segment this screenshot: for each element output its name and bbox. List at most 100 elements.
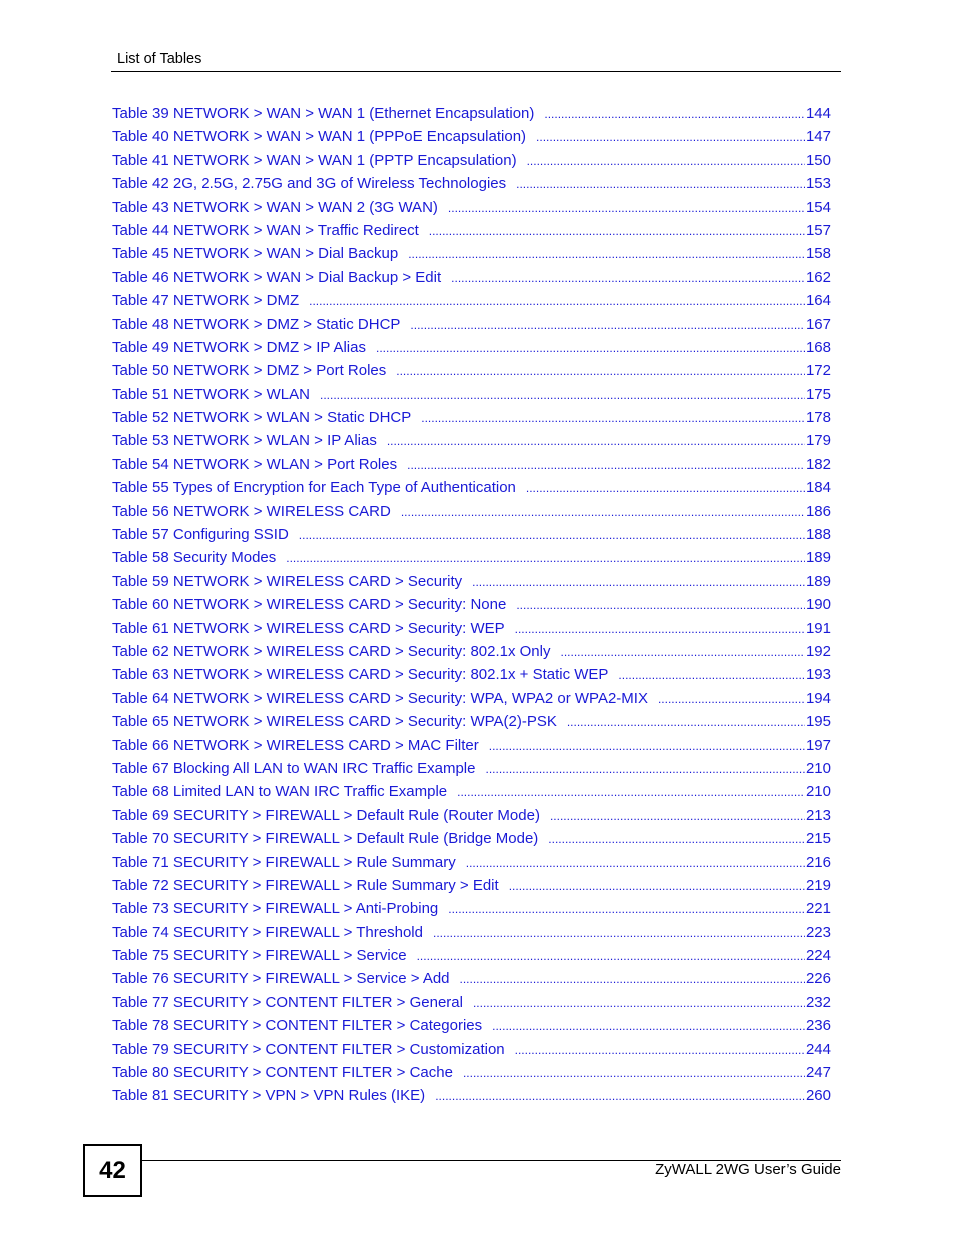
toc-entry-page[interactable]: 178 — [805, 409, 831, 426]
toc-entry-page[interactable]: 197 — [805, 737, 831, 754]
toc-entry-label[interactable]: Table 81 SECURITY > VPN > VPN Rules (IKE… — [112, 1087, 435, 1104]
toc-entry[interactable]: Table 68 Limited LAN to WAN IRC Traffic … — [112, 783, 831, 806]
toc-entry-label[interactable]: Table 41 NETWORK > WAN > WAN 1 (PPTP Enc… — [112, 152, 527, 169]
toc-entry[interactable]: Table 43 NETWORK > WAN > WAN 2 (3G WAN) 1… — [112, 199, 831, 222]
toc-entry[interactable]: Table 44 NETWORK > WAN > Traffic Redirec… — [112, 222, 831, 245]
toc-entry-page[interactable]: 162 — [805, 269, 831, 286]
toc-entry-page[interactable]: 167 — [805, 316, 831, 333]
toc-entry-label[interactable]: Table 59 NETWORK > WIRELESS CARD > Secur… — [112, 573, 472, 590]
toc-entry-page[interactable]: 154 — [805, 199, 831, 216]
toc-entry[interactable]: Table 45 NETWORK > WAN > Dial Backup 158 — [112, 245, 831, 268]
toc-entry-page[interactable]: 168 — [805, 339, 831, 356]
toc-entry-page[interactable]: 157 — [805, 222, 831, 239]
toc-entry[interactable]: Table 41 NETWORK > WAN > WAN 1 (PPTP Enc… — [112, 152, 831, 175]
toc-entry-label[interactable]: Table 61 NETWORK > WIRELESS CARD > Secur… — [112, 620, 515, 637]
toc-entry-page[interactable]: 213 — [805, 807, 831, 824]
toc-entry-label[interactable]: Table 44 NETWORK > WAN > Traffic Redirec… — [112, 222, 429, 239]
toc-entry[interactable]: Table 81 SECURITY > VPN > VPN Rules (IKE… — [112, 1087, 831, 1110]
toc-entry[interactable]: Table 54 NETWORK > WLAN > Port Roles 182 — [112, 456, 831, 479]
toc-entry-page[interactable]: 247 — [805, 1064, 831, 1081]
toc-entry-label[interactable]: Table 43 NETWORK > WAN > WAN 2 (3G WAN) — [112, 199, 448, 216]
toc-entry-page[interactable]: 190 — [805, 596, 831, 613]
toc-entry[interactable]: Table 40 NETWORK > WAN > WAN 1 (PPPoE En… — [112, 128, 831, 151]
toc-entry[interactable]: Table 70 SECURITY > FIREWALL > Default R… — [112, 830, 831, 853]
toc-entry-label[interactable]: Table 78 SECURITY > CONTENT FILTER > Cat… — [112, 1017, 492, 1034]
toc-entry-page[interactable]: 158 — [805, 245, 831, 262]
toc-entry-label[interactable]: Table 66 NETWORK > WIRELESS CARD > MAC F… — [112, 737, 489, 754]
toc-entry-page[interactable]: 186 — [805, 503, 831, 520]
toc-entry[interactable]: Table 53 NETWORK > WLAN > IP Alias 179 — [112, 432, 831, 455]
toc-entry-page[interactable]: 223 — [805, 924, 831, 941]
toc-entry-page[interactable]: 215 — [805, 830, 831, 847]
toc-entry[interactable]: Table 60 NETWORK > WIRELESS CARD > Secur… — [112, 596, 831, 619]
toc-entry[interactable]: Table 46 NETWORK > WAN > Dial Backup > E… — [112, 269, 831, 292]
toc-entry-page[interactable]: 194 — [805, 690, 831, 707]
toc-entry-label[interactable]: Table 64 NETWORK > WIRELESS CARD > Secur… — [112, 690, 658, 707]
toc-entry-label[interactable]: Table 74 SECURITY > FIREWALL > Threshold — [112, 924, 433, 941]
toc-entry-label[interactable]: Table 71 SECURITY > FIREWALL > Rule Summ… — [112, 854, 466, 871]
toc-entry-label[interactable]: Table 77 SECURITY > CONTENT FILTER > Gen… — [112, 994, 473, 1011]
toc-entry-label[interactable]: Table 52 NETWORK > WLAN > Static DHCP — [112, 409, 421, 426]
toc-entry-label[interactable]: Table 69 SECURITY > FIREWALL > Default R… — [112, 807, 550, 824]
toc-entry-label[interactable]: Table 45 NETWORK > WAN > Dial Backup — [112, 245, 408, 262]
toc-entry[interactable]: Table 42 2G, 2.5G, 2.75G and 3G of Wirel… — [112, 175, 831, 198]
toc-entry-label[interactable]: Table 72 SECURITY > FIREWALL > Rule Summ… — [112, 877, 509, 894]
toc-entry-page[interactable]: 191 — [805, 620, 831, 637]
toc-entry-page[interactable]: 188 — [805, 526, 831, 543]
toc-entry[interactable]: Table 49 NETWORK > DMZ > IP Alias 168 — [112, 339, 831, 362]
toc-entry-label[interactable]: Table 42 2G, 2.5G, 2.75G and 3G of Wirel… — [112, 175, 516, 192]
toc-entry-label[interactable]: Table 57 Configuring SSID — [112, 526, 299, 543]
toc-entry[interactable]: Table 75 SECURITY > FIREWALL > Service 22… — [112, 947, 831, 970]
toc-entry-label[interactable]: Table 62 NETWORK > WIRELESS CARD > Secur… — [112, 643, 561, 660]
toc-entry[interactable]: Table 67 Blocking All LAN to WAN IRC Tra… — [112, 760, 831, 783]
toc-entry-label[interactable]: Table 56 NETWORK > WIRELESS CARD — [112, 503, 401, 520]
toc-entry-page[interactable]: 164 — [805, 292, 831, 309]
toc-entry[interactable]: Table 72 SECURITY > FIREWALL > Rule Summ… — [112, 877, 831, 900]
toc-entry-label[interactable]: Table 48 NETWORK > DMZ > Static DHCP — [112, 316, 410, 333]
toc-entry[interactable]: Table 66 NETWORK > WIRELESS CARD > MAC F… — [112, 737, 831, 760]
toc-entry-page[interactable]: 210 — [805, 760, 831, 777]
toc-entry[interactable]: Table 65 NETWORK > WIRELESS CARD > Secur… — [112, 713, 831, 736]
toc-entry[interactable]: Table 77 SECURITY > CONTENT FILTER > Gen… — [112, 994, 831, 1017]
toc-entry[interactable]: Table 63 NETWORK > WIRELESS CARD > Secur… — [112, 666, 831, 689]
toc-entry-label[interactable]: Table 75 SECURITY > FIREWALL > Service — [112, 947, 417, 964]
toc-entry-label[interactable]: Table 55 Types of Encryption for Each Ty… — [112, 479, 526, 496]
toc-entry[interactable]: Table 52 NETWORK > WLAN > Static DHCP 178 — [112, 409, 831, 432]
toc-entry[interactable]: Table 47 NETWORK > DMZ 164 — [112, 292, 831, 315]
toc-entry-page[interactable]: 195 — [805, 713, 831, 730]
toc-entry-label[interactable]: Table 46 NETWORK > WAN > Dial Backup > E… — [112, 269, 451, 286]
toc-entry-page[interactable]: 193 — [805, 666, 831, 683]
toc-entry-label[interactable]: Table 60 NETWORK > WIRELESS CARD > Secur… — [112, 596, 516, 613]
toc-entry-page[interactable]: 260 — [805, 1087, 831, 1104]
toc-entry[interactable]: Table 64 NETWORK > WIRELESS CARD > Secur… — [112, 690, 831, 713]
toc-entry-page[interactable]: 219 — [805, 877, 831, 894]
toc-entry[interactable]: Table 74 SECURITY > FIREWALL > Threshold… — [112, 924, 831, 947]
toc-entry[interactable]: Table 57 Configuring SSID 188 — [112, 526, 831, 549]
toc-entry-page[interactable]: 236 — [805, 1017, 831, 1034]
toc-entry-page[interactable]: 150 — [805, 152, 831, 169]
toc-entry-page[interactable]: 189 — [805, 549, 831, 566]
toc-entry[interactable]: Table 62 NETWORK > WIRELESS CARD > Secur… — [112, 643, 831, 666]
toc-entry-label[interactable]: Table 73 SECURITY > FIREWALL > Anti-Prob… — [112, 900, 448, 917]
toc-entry-page[interactable]: 189 — [805, 573, 831, 590]
toc-entry[interactable]: Table 73 SECURITY > FIREWALL > Anti-Prob… — [112, 900, 831, 923]
toc-entry-label[interactable]: Table 47 NETWORK > DMZ — [112, 292, 309, 309]
toc-entry[interactable]: Table 51 NETWORK > WLAN 175 — [112, 386, 831, 409]
toc-entry-label[interactable]: Table 50 NETWORK > DMZ > Port Roles — [112, 362, 396, 379]
toc-entry-label[interactable]: Table 65 NETWORK > WIRELESS CARD > Secur… — [112, 713, 567, 730]
toc-entry-page[interactable]: 221 — [805, 900, 831, 917]
toc-entry-label[interactable]: Table 54 NETWORK > WLAN > Port Roles — [112, 456, 407, 473]
toc-entry-page[interactable]: 210 — [805, 783, 831, 800]
toc-entry-page[interactable]: 232 — [805, 994, 831, 1011]
toc-entry-label[interactable]: Table 80 SECURITY > CONTENT FILTER > Cac… — [112, 1064, 463, 1081]
toc-entry-label[interactable]: Table 58 Security Modes — [112, 549, 286, 566]
toc-entry[interactable]: Table 58 Security Modes 189 — [112, 549, 831, 572]
toc-entry-page[interactable]: 184 — [805, 479, 831, 496]
toc-entry[interactable]: Table 79 SECURITY > CONTENT FILTER > Cus… — [112, 1041, 831, 1064]
toc-entry[interactable]: Table 71 SECURITY > FIREWALL > Rule Summ… — [112, 854, 831, 877]
toc-entry[interactable]: Table 50 NETWORK > DMZ > Port Roles 172 — [112, 362, 831, 385]
toc-entry-label[interactable]: Table 76 SECURITY > FIREWALL > Service >… — [112, 970, 460, 987]
toc-entry[interactable]: Table 61 NETWORK > WIRELESS CARD > Secur… — [112, 620, 831, 643]
toc-entry-label[interactable]: Table 79 SECURITY > CONTENT FILTER > Cus… — [112, 1041, 515, 1058]
toc-entry-page[interactable]: 226 — [805, 970, 831, 987]
